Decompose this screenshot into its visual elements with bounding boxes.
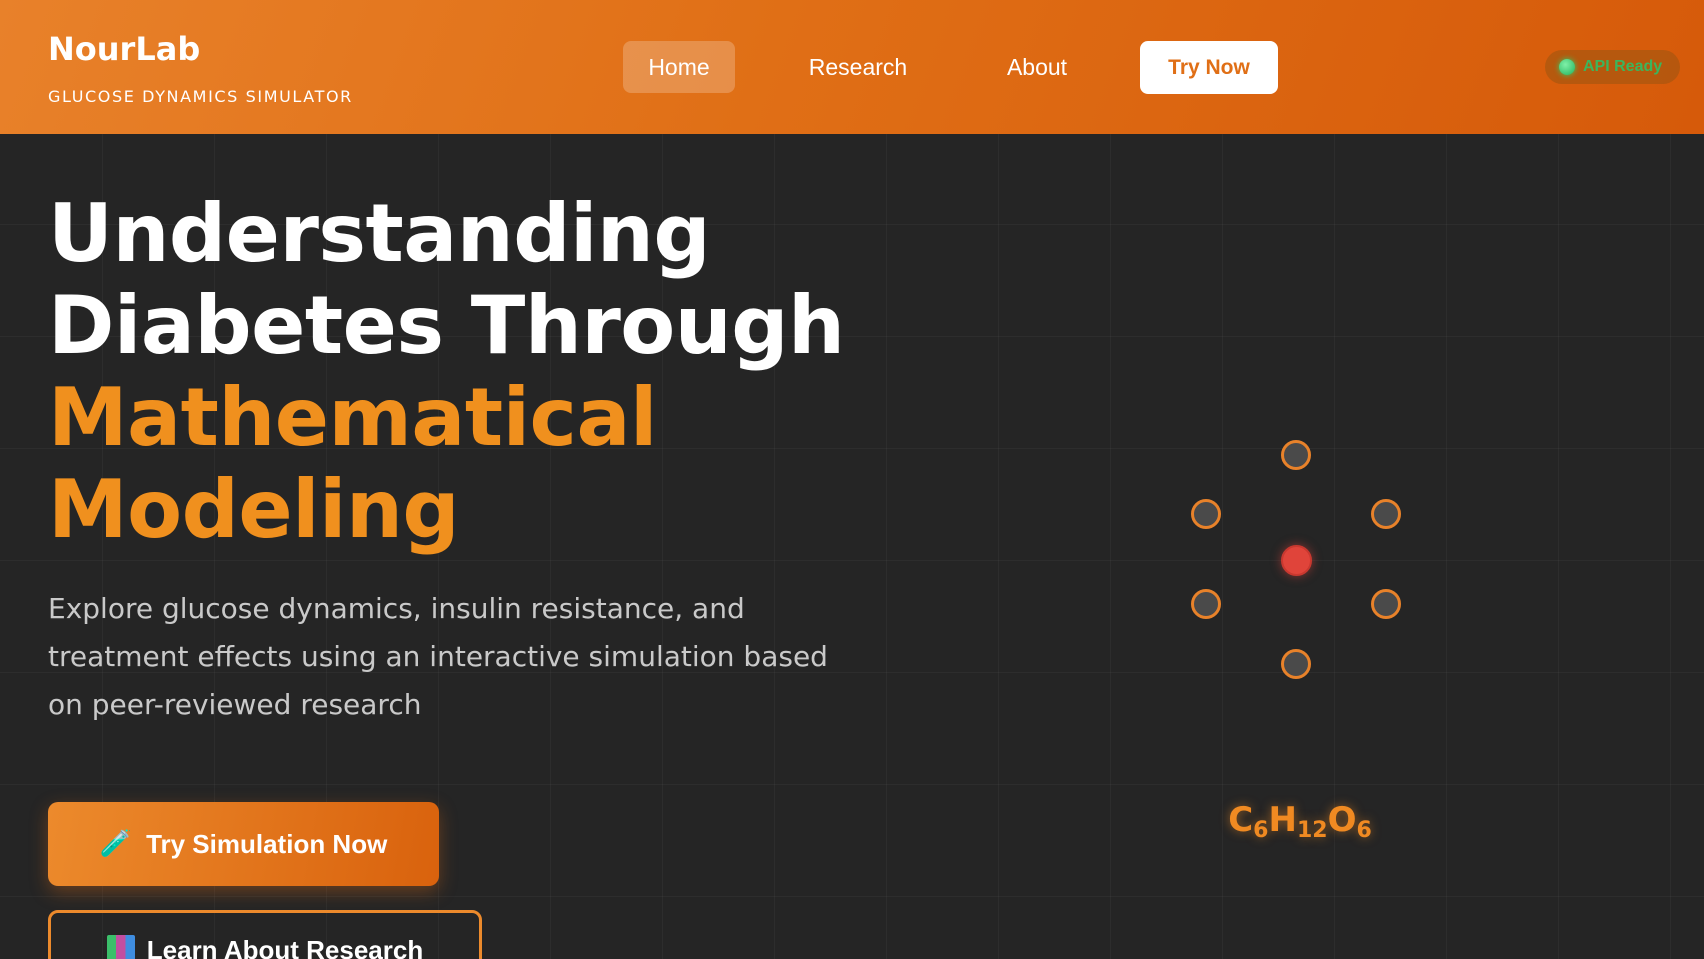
formula-h-count: 12 (1296, 818, 1328, 843)
brand-name[interactable]: NourLab (48, 30, 200, 68)
atom-lower-left (1191, 589, 1221, 619)
formula-c: C (1228, 800, 1254, 840)
hero-title-line-3: Mathematical (48, 371, 657, 464)
brand-subtitle: GLUCOSE DYNAMICS SIMULATOR (48, 87, 353, 106)
nav-about-link[interactable]: About (985, 41, 1089, 93)
glucose-molecule-graphic (1180, 430, 1420, 690)
formula-o: O (1327, 800, 1357, 840)
atom-lower-right (1371, 589, 1401, 619)
nav-home-link[interactable]: Home (623, 41, 735, 93)
test-tube-icon: 🧪 (99, 829, 133, 859)
page: NourLab GLUCOSE DYNAMICS SIMULATOR Home … (0, 0, 1704, 959)
hero-description: Explore glucose dynamics, insulin resist… (48, 592, 828, 721)
learn-research-button[interactable]: Learn About Research (48, 910, 482, 959)
nav-research-link[interactable]: Research (788, 41, 928, 93)
learn-research-label: Learn About Research (146, 935, 424, 959)
try-now-button[interactable]: Try Now (1140, 41, 1278, 94)
atom-bottom (1281, 649, 1311, 679)
atom-top (1281, 440, 1311, 470)
atom-upper-right (1371, 499, 1401, 529)
try-simulation-label: Try Simulation Now (146, 828, 388, 859)
formula-c-count: 6 (1253, 818, 1269, 843)
api-status-badge: API Ready (1545, 50, 1680, 84)
hero-title-line-2: Diabetes Through (48, 279, 845, 372)
atom-center (1281, 545, 1312, 576)
status-dot-icon (1559, 59, 1575, 75)
api-status-label: API Ready (1583, 58, 1663, 75)
books-icon (106, 935, 135, 959)
formula-h: H (1268, 800, 1297, 840)
top-header: NourLab GLUCOSE DYNAMICS SIMULATOR Home … (0, 0, 1704, 134)
hero-title: Understanding Diabetes Through Mathemati… (48, 188, 948, 556)
atom-upper-left (1191, 499, 1221, 529)
formula-o-count: 6 (1356, 818, 1372, 843)
hero-title-line-4: Modeling (48, 463, 460, 556)
glucose-formula: C6H12O6 (1180, 800, 1420, 843)
try-simulation-button[interactable]: 🧪 Try Simulation Now (48, 802, 439, 886)
hero-title-line-1: Understanding (48, 187, 711, 280)
